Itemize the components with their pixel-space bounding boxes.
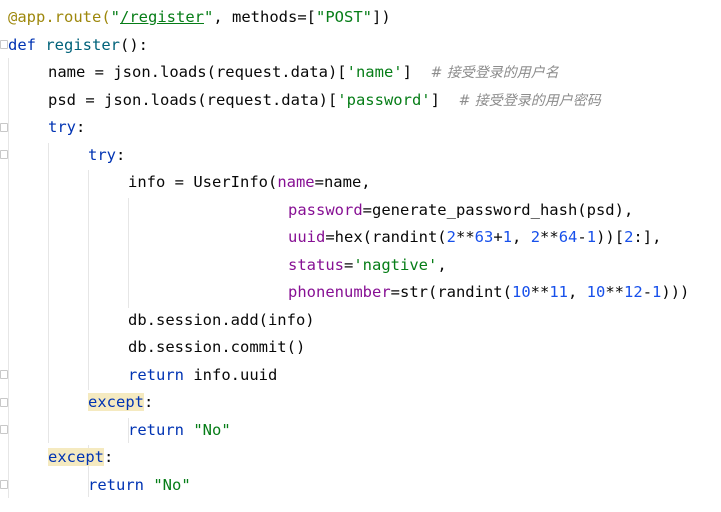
keyword-argument: phonenumber <box>288 283 391 301</box>
code-editor[interactable]: @app.route("/register", methods=["POST"]… <box>0 0 721 512</box>
number: 1 <box>502 228 513 246</box>
code-line[interactable]: except: <box>0 444 113 472</box>
number: 2 <box>446 228 456 246</box>
code-line[interactable]: name = json.loads(request.data)['name'] … <box>0 59 559 87</box>
code-line[interactable]: password=generate_password_hash(psd), <box>0 197 633 225</box>
code-line[interactable]: try: <box>0 114 85 142</box>
number: 63 <box>474 228 494 246</box>
keyword-argument: password <box>288 200 363 219</box>
number: 10 <box>586 283 606 301</box>
code-token: - <box>642 283 653 301</box>
code-token: psd = json.loads(request.data)[ <box>48 90 338 109</box>
code-token: (): <box>120 35 148 54</box>
code-token: ** <box>605 283 625 301</box>
number: 2 <box>530 228 541 246</box>
code-line[interactable]: uuid=hex(randint(2**63+1, 2**64-1))[2:], <box>0 224 661 252</box>
keyword: return <box>88 475 144 494</box>
string-literal: 'nagtive' <box>353 255 438 274</box>
code-token: =name, <box>314 173 371 191</box>
route-link[interactable]: /register <box>120 8 204 26</box>
code-token: ** <box>456 228 475 246</box>
keyword: try <box>88 145 116 164</box>
code-token: :], <box>633 228 662 246</box>
code-token: ))) <box>661 283 690 301</box>
keyword-highlighted: except <box>48 448 104 466</box>
code-line[interactable]: def register(): <box>0 32 148 60</box>
code-token: =generate_password_hash(psd), <box>362 200 634 219</box>
code-token: : <box>116 145 126 164</box>
code-token: ))[ <box>596 228 625 246</box>
keyword-argument: status <box>288 255 344 274</box>
code-token: = <box>344 255 354 274</box>
code-token: ** <box>540 228 559 246</box>
code-line[interactable]: @app.route("/register", methods=["POST"]… <box>0 4 391 32</box>
code-line[interactable]: phonenumber=str(randint(10**11, 10**12-1… <box>0 279 689 307</box>
decorator: @app.route( <box>8 8 111 26</box>
code-token: ] <box>430 90 459 109</box>
code-token: info = UserInfo( <box>128 173 278 191</box>
code-token: , methods=[ <box>213 8 316 26</box>
code-token: + <box>493 228 503 246</box>
string-literal: "No" <box>153 475 191 494</box>
string-literal: "No" <box>193 420 231 439</box>
code-token: , <box>512 228 531 246</box>
code-token: , <box>437 255 447 274</box>
string-quote: " <box>110 8 120 26</box>
keyword: def <box>8 35 36 54</box>
string-quote: " <box>204 8 214 26</box>
code-token: ** <box>530 283 550 301</box>
code-token: info.uuid <box>184 365 278 384</box>
code-token: , <box>568 283 587 301</box>
code-line[interactable]: return info.uuid <box>0 362 277 390</box>
code-line[interactable]: return "No" <box>0 417 231 445</box>
number: 11 <box>549 283 568 301</box>
code-line[interactable]: return "No" <box>0 472 191 500</box>
string-literal: 'password' <box>337 90 431 109</box>
code-token: : <box>144 393 154 411</box>
number: 1 <box>586 228 597 246</box>
code-line[interactable]: db.session.commit() <box>0 334 305 362</box>
code-token: =str(randint( <box>390 283 512 301</box>
comment: # 接受登录的用户名 <box>430 65 559 81</box>
keyword-highlighted: except <box>88 393 144 411</box>
comment: # 接受登录的用户密码 <box>458 92 601 109</box>
code-line[interactable]: except: <box>0 389 153 417</box>
code-line[interactable]: try: <box>0 142 125 170</box>
number: 1 <box>652 283 662 301</box>
code-line[interactable]: psd = json.loads(request.data)['password… <box>0 87 601 115</box>
number: 64 <box>558 228 578 246</box>
code-line[interactable]: status='nagtive', <box>0 252 447 280</box>
code-token: name = json.loads(request.data)[ <box>48 63 347 81</box>
keyword: return <box>128 365 184 384</box>
code-token: =hex(randint( <box>325 228 447 246</box>
code-token: db.session.add(info) <box>128 310 315 329</box>
string-literal: "POST" <box>316 8 372 26</box>
code-token: ] <box>402 63 431 81</box>
code-token: - <box>577 228 587 246</box>
code-line[interactable]: info = UserInfo(name=name, <box>0 169 371 197</box>
keyword: try <box>48 118 76 136</box>
function-name: register <box>45 35 120 54</box>
code-token: : <box>104 448 114 466</box>
keyword: return <box>128 420 184 439</box>
code-token: db.session.commit() <box>128 338 306 356</box>
code-token: : <box>76 118 86 136</box>
number: 12 <box>624 283 643 301</box>
code-token: ]) <box>372 8 391 26</box>
number: 10 <box>511 283 531 301</box>
code-line[interactable]: db.session.add(info) <box>0 307 315 335</box>
keyword-argument: uuid <box>288 228 326 246</box>
string-literal: 'name' <box>346 63 403 81</box>
keyword-argument: name <box>277 173 315 191</box>
